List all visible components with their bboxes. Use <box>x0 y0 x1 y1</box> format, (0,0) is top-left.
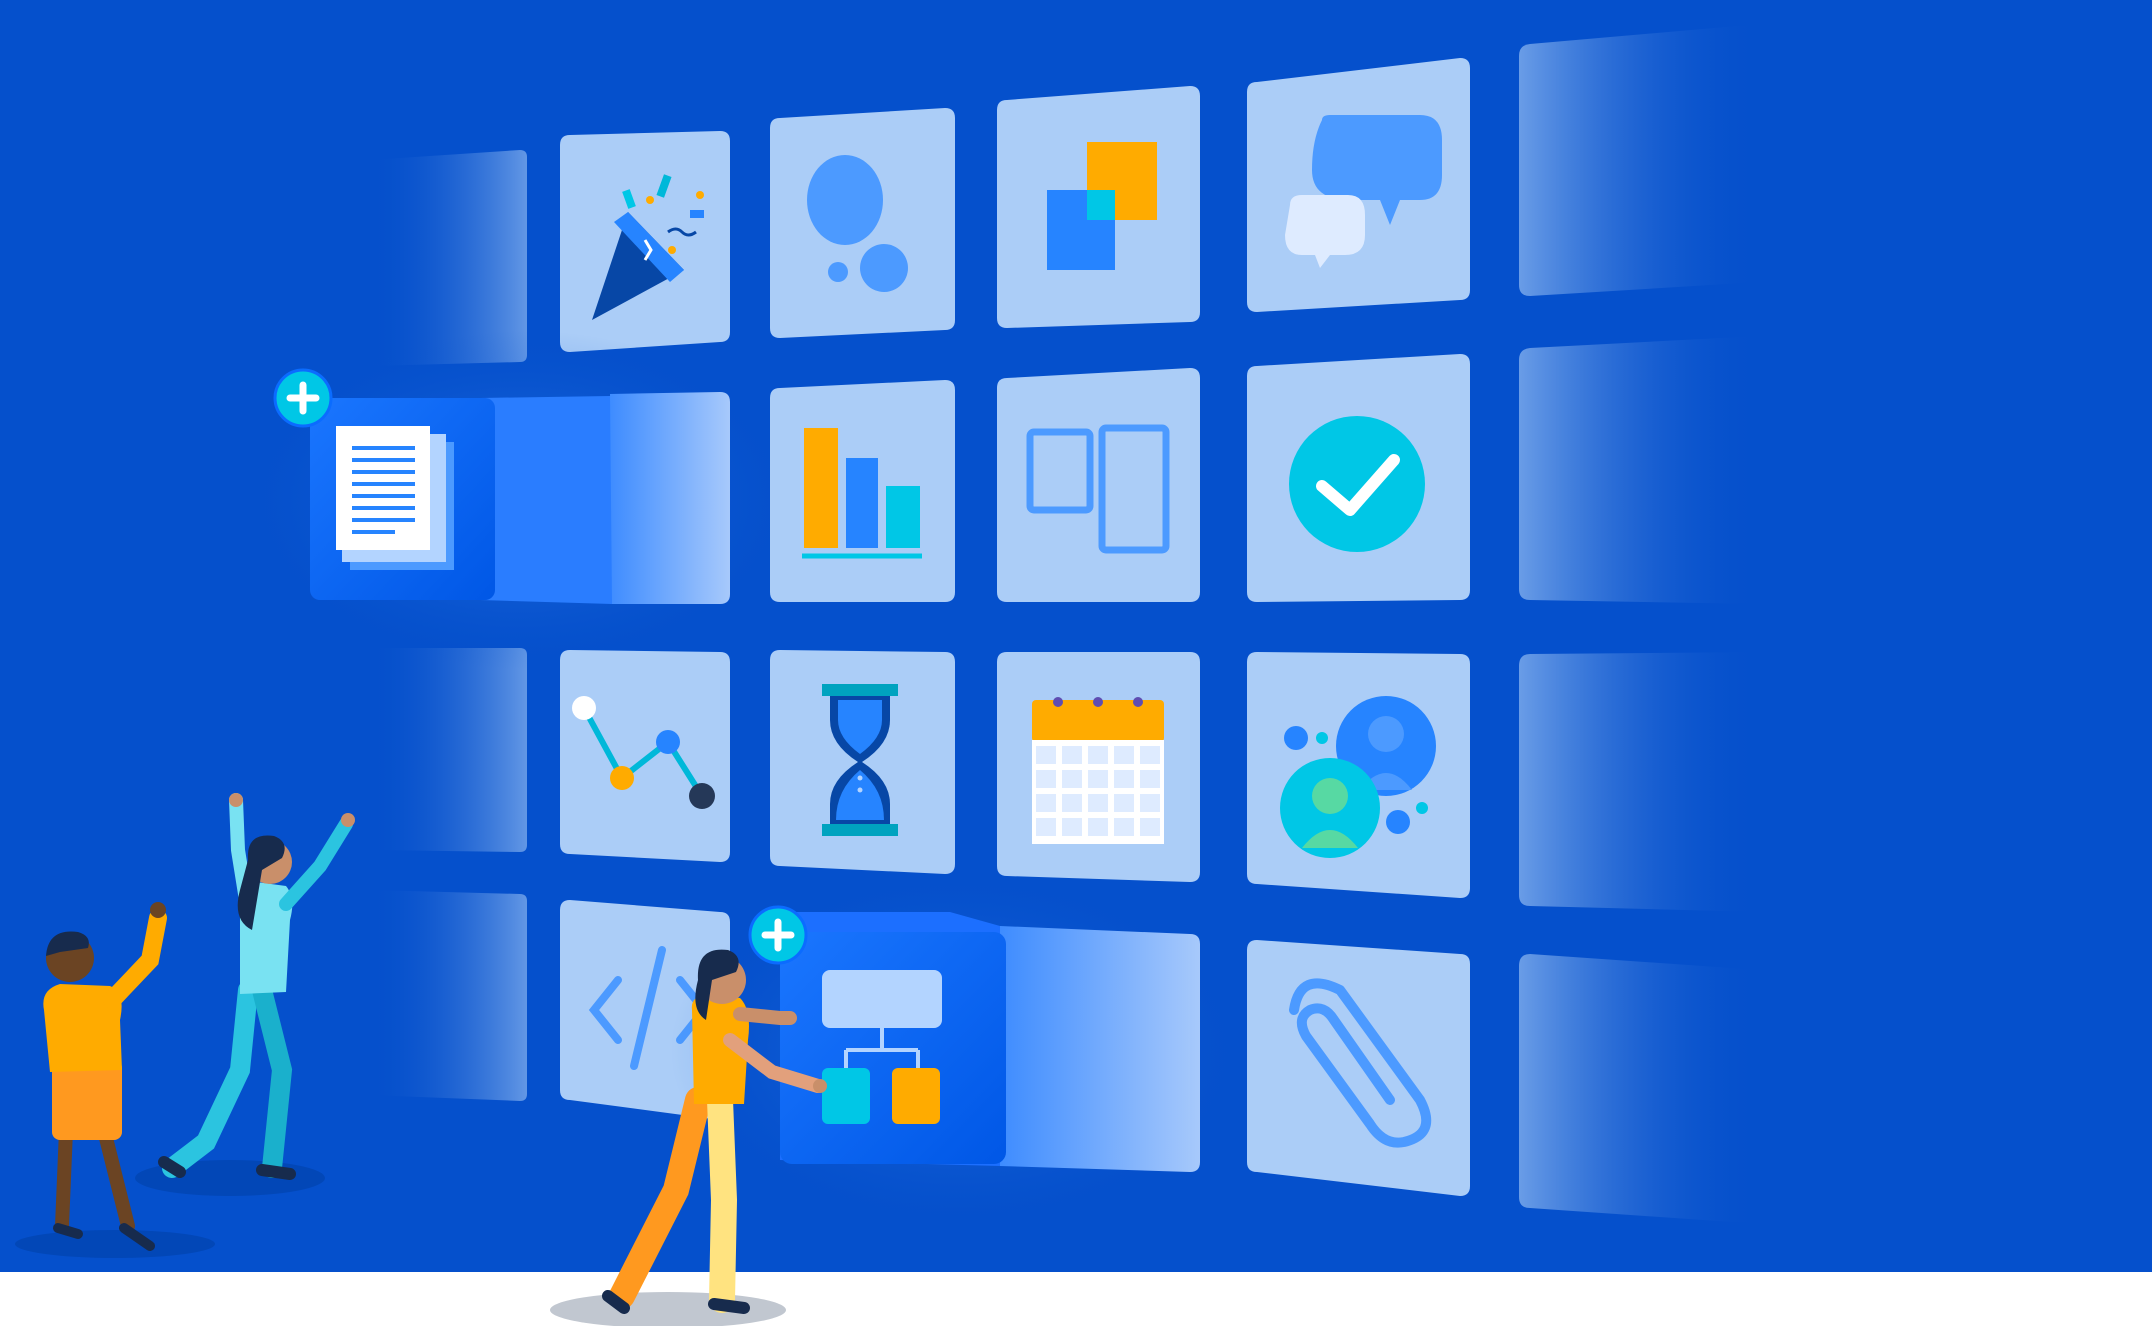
add-document-button[interactable] <box>273 368 333 428</box>
app-wall-illustration <box>0 0 2152 1326</box>
tile-line-graph <box>560 650 730 862</box>
tile-calendar <box>997 652 1200 882</box>
tile-bar-chart <box>770 380 955 602</box>
faded-tile-right <box>1519 24 1760 296</box>
document-card[interactable] <box>310 392 730 604</box>
flowchart-card[interactable] <box>780 912 1200 1172</box>
tile-checkmark <box>1247 354 1470 602</box>
tile-paperclip <box>1247 940 1470 1196</box>
tile-chat-bubbles <box>1247 58 1470 312</box>
tile-layered-squares <box>997 86 1200 328</box>
tile-party-popper <box>560 131 730 352</box>
faded-tile-left <box>370 648 527 852</box>
tile-two-panels <box>997 368 1200 602</box>
floor <box>0 1272 2152 1326</box>
checkmark-icon <box>1289 416 1425 552</box>
tile-bubbles <box>770 108 955 338</box>
add-flowchart-button[interactable] <box>748 905 808 965</box>
tile-people-avatars <box>1247 652 1470 898</box>
faded-tile-right <box>1519 336 1760 604</box>
faded-tile-right <box>1519 652 1760 912</box>
faded-tile-left <box>370 890 527 1101</box>
faded-tile-right <box>1519 954 1760 1224</box>
document-icon <box>336 426 454 570</box>
calendar-icon <box>1032 697 1164 844</box>
tile-hourglass <box>770 650 955 874</box>
